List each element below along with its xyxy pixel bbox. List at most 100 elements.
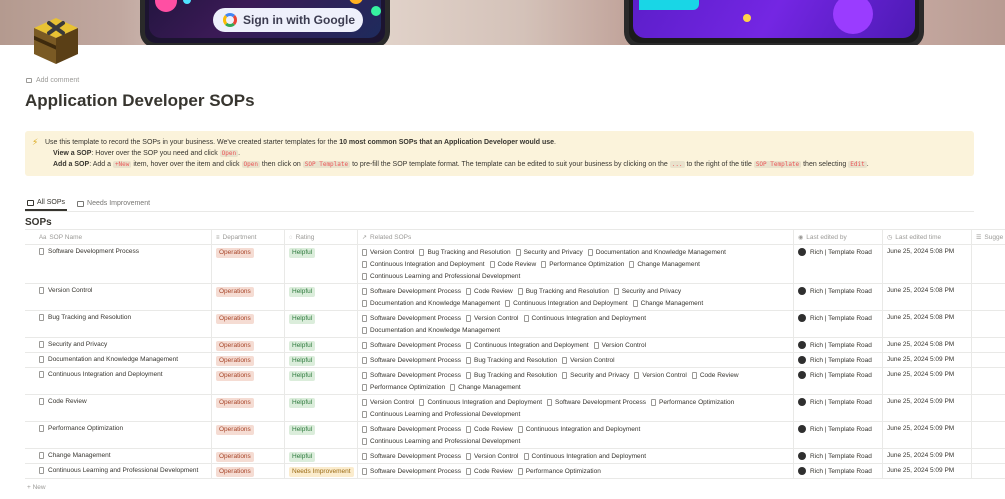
related-sop-link[interactable]: Continuous Integration and Deployment — [523, 314, 646, 323]
related-sop-link[interactable]: Software Development Process — [362, 371, 461, 380]
cell-rating[interactable]: Helpful — [285, 284, 316, 297]
col-header-related[interactable]: ↗ Related SOPs — [358, 230, 788, 245]
cell-department[interactable]: Operations — [212, 422, 254, 435]
related-sop-link[interactable]: Continuous Integration and Deployment — [517, 425, 640, 434]
cell-sop-name[interactable]: Version Control — [35, 284, 211, 294]
related-sop-link[interactable]: Bug Tracking and Resolution — [466, 356, 557, 365]
col-header-rating[interactable]: ◌ Rating — [285, 230, 357, 245]
related-sop-link[interactable]: Continuous Learning and Professional Dev… — [362, 410, 520, 419]
page-icon-cube[interactable] — [30, 14, 82, 68]
related-sop-link[interactable]: Continuous Integration and Deployment — [466, 341, 589, 350]
related-sop-link[interactable]: Software Development Process — [362, 314, 461, 323]
related-sop-link[interactable]: Performance Optimization — [362, 383, 445, 392]
related-sop-link[interactable]: Code Review — [691, 371, 739, 380]
cell-sop-name[interactable]: Continuous Learning and Professional Dev… — [35, 464, 211, 474]
cell-related-sops[interactable]: Software Development Process Bug Tracking… — [358, 353, 782, 365]
cell-related-sops[interactable]: Software Development Process Code Review C… — [358, 422, 782, 446]
table-row[interactable]: Bug Tracking and Resolution Operations Hel… — [25, 311, 1005, 338]
related-sop-link[interactable]: Software Development Process — [362, 356, 461, 365]
cell-rating[interactable]: Helpful — [285, 395, 316, 408]
related-sop-link[interactable]: Version Control — [466, 452, 519, 461]
cell-sop-name[interactable]: Performance Optimization — [35, 422, 211, 432]
cell-related-sops[interactable]: Version Control Bug Tracking and Resoluti… — [358, 245, 782, 281]
table-row[interactable]: Change Management Operations Helpful Softwa… — [25, 449, 1005, 464]
related-sop-link[interactable]: Continuous Integration and Deployment — [505, 299, 628, 308]
cell-department[interactable]: Operations — [212, 245, 254, 258]
table-row[interactable]: Software Development Process Operations He… — [25, 245, 1005, 284]
tab-all-sops[interactable]: All SOPs — [25, 196, 68, 211]
cell-department[interactable]: Operations — [212, 338, 254, 351]
cell-last-edited-by[interactable]: Rich | Template Road — [794, 368, 872, 379]
cell-last-edited-by[interactable]: Rich | Template Road — [794, 449, 872, 460]
related-sop-link[interactable]: Version Control — [562, 356, 615, 365]
cell-rating[interactable]: Helpful — [285, 311, 316, 324]
cell-sop-name[interactable]: Security and Privacy — [35, 338, 211, 348]
related-sop-link[interactable]: Code Review — [466, 467, 513, 476]
cell-related-sops[interactable]: Version Control Continuous Integration an… — [358, 395, 782, 419]
related-sop-link[interactable]: Code Review — [489, 260, 536, 269]
related-sop-link[interactable]: Software Development Process — [362, 287, 461, 296]
cell-rating[interactable]: Helpful — [285, 368, 316, 381]
table-row[interactable]: Continuous Learning and Professional Dev… — [25, 464, 1005, 479]
cell-last-edited-by[interactable]: Rich | Template Road — [794, 422, 872, 433]
cell-related-sops[interactable]: Software Development Process Code Review P… — [358, 464, 782, 476]
related-sop-link[interactable]: Performance Optimization — [541, 260, 624, 269]
cell-rating[interactable]: Needs Improvement — [285, 464, 354, 477]
cell-last-edited-by[interactable]: Rich | Template Road — [794, 353, 872, 364]
tab-needs-improvement[interactable]: Needs Improvement — [75, 196, 152, 211]
cell-rating[interactable]: Helpful — [285, 449, 316, 462]
related-sop-link[interactable]: Version Control — [593, 341, 646, 350]
cell-rating[interactable]: Helpful — [285, 338, 316, 351]
related-sop-link[interactable]: Software Development Process — [362, 452, 461, 461]
table-row[interactable]: Security and Privacy Operations Helpful Sof… — [25, 338, 1005, 353]
related-sop-link[interactable]: Documentation and Knowledge Management — [587, 248, 726, 257]
related-sop-link[interactable]: Software Development Process — [362, 341, 461, 350]
related-sop-link[interactable]: Bug Tracking and Resolution — [466, 371, 557, 380]
table-row[interactable]: Performance Optimization Operations Helpfu… — [25, 422, 1005, 449]
related-sop-link[interactable]: Continuous Learning and Professional Dev… — [362, 272, 520, 281]
related-sop-link[interactable]: Version Control — [362, 248, 414, 257]
cell-rating[interactable]: Helpful — [285, 353, 316, 366]
cell-sop-name[interactable]: Bug Tracking and Resolution — [35, 311, 211, 321]
cell-last-edited-by[interactable]: Rich | Template Road — [794, 338, 872, 349]
col-header-edited-time[interactable]: ◷ Last edited time — [883, 230, 971, 245]
cell-related-sops[interactable]: Software Development Process Version Cont… — [358, 311, 782, 335]
cell-last-edited-by[interactable]: Rich | Template Road — [794, 395, 872, 406]
col-header-name[interactable]: Aa SOP Name — [35, 230, 215, 245]
cell-last-edited-by[interactable]: Rich | Template Road — [794, 284, 872, 295]
related-sop-link[interactable]: Change Management — [450, 383, 521, 392]
related-sop-link[interactable]: Continuous Integration and Deployment — [523, 452, 646, 461]
cell-rating[interactable]: Helpful — [285, 245, 316, 258]
col-header-suggest[interactable]: ☰ Sugge — [972, 230, 1005, 245]
cell-last-edited-by[interactable]: Rich | Template Road — [794, 245, 872, 256]
cell-department[interactable]: Operations — [212, 464, 254, 477]
related-sop-link[interactable]: Bug Tracking and Resolution — [517, 287, 609, 296]
cell-sop-name[interactable]: Continuous Integration and Deployment — [35, 368, 211, 378]
col-header-edited-by[interactable]: ◉ Last edited by — [794, 230, 882, 245]
cell-department[interactable]: Operations — [212, 353, 254, 366]
table-row[interactable]: Documentation and Knowledge Management Op… — [25, 353, 1005, 368]
related-sop-link[interactable]: Continuous Learning and Professional Dev… — [362, 437, 520, 446]
related-sop-link[interactable]: Change Management — [629, 260, 700, 269]
cell-department[interactable]: Operations — [212, 449, 254, 462]
cell-related-sops[interactable]: Software Development Process Version Cont… — [358, 449, 782, 461]
related-sop-link[interactable]: Documentation and Knowledge Management — [362, 326, 500, 335]
related-sop-link[interactable]: Performance Optimization — [651, 398, 734, 407]
cell-related-sops[interactable]: Software Development Process Bug Tracking… — [358, 368, 782, 392]
cell-department[interactable]: Operations — [212, 368, 254, 381]
related-sop-link[interactable]: Continuous Integration and Deployment — [362, 260, 485, 269]
col-header-department[interactable]: ≡ Department — [212, 230, 284, 245]
related-sop-link[interactable]: Software Development Process — [547, 398, 646, 407]
related-sop-link[interactable]: Version Control — [362, 398, 414, 407]
cell-related-sops[interactable]: Software Development Process Continuous I… — [358, 338, 782, 350]
related-sop-link[interactable]: Change Management — [632, 299, 703, 308]
cell-sop-name[interactable]: Code Review — [35, 395, 211, 405]
cell-last-edited-by[interactable]: Rich | Template Road — [794, 464, 872, 475]
database-title[interactable]: SOPs — [25, 217, 52, 228]
related-sop-link[interactable]: Version Control — [466, 314, 519, 323]
related-sop-link[interactable]: Performance Optimization — [517, 467, 601, 476]
table-row[interactable]: Continuous Integration and Deployment Ope… — [25, 368, 1005, 395]
related-sop-link[interactable]: Bug Tracking and Resolution — [419, 248, 511, 257]
cell-sop-name[interactable]: Documentation and Knowledge Management — [35, 353, 211, 363]
cell-department[interactable]: Operations — [212, 284, 254, 297]
